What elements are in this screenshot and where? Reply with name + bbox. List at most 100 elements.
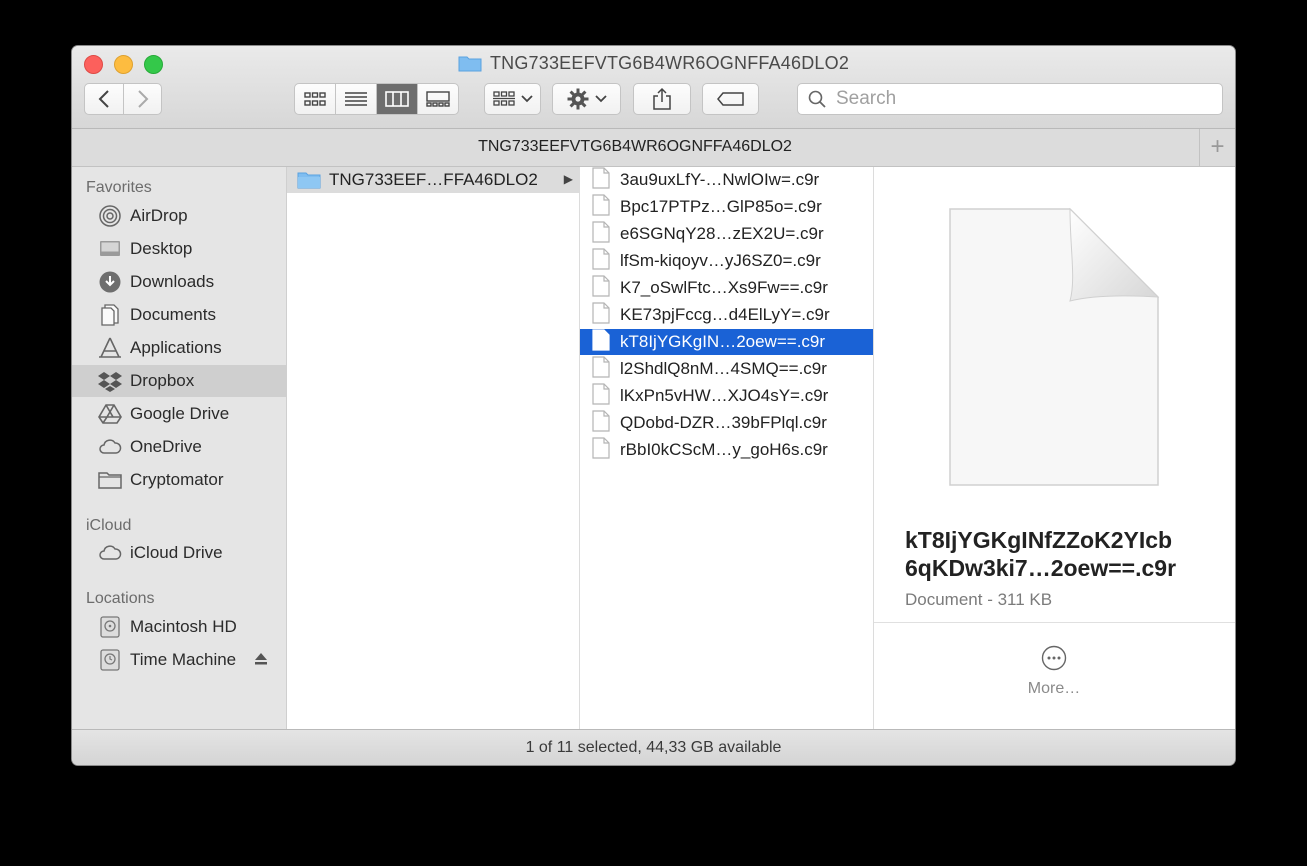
google-drive-icon [98,402,122,426]
divider [874,622,1235,623]
sidebar-header-locations: Locations [86,590,155,607]
sidebar-item-downloads[interactable]: Downloads [72,266,286,298]
icon-view-button[interactable] [295,84,336,114]
ellipsis-icon [1041,645,1067,671]
sidebar-item-applications[interactable]: Applications [72,332,286,364]
sidebar-item-label: Dropbox [130,371,195,390]
gallery-view-icon [426,91,450,107]
file-row[interactable]: lKxPn5vHW…XJO4sY=.c9r [580,382,873,409]
share-button[interactable] [633,83,691,115]
sidebar-item-label: Applications [130,338,222,357]
window-title: TNG733EEFVTG6B4WR6OGNFFA46DLO2 [72,53,1235,77]
applications-icon [98,336,122,360]
window-title-text: TNG733EEFVTG6B4WR6OGNFFA46DLO2 [489,53,850,73]
file-row[interactable]: kT8IjYGKgIN…2oew==.c9r [580,328,873,356]
list-view-button[interactable] [336,84,377,114]
file-row[interactable]: lfSm-kiqoyv…yJ6SZ0=.c9r [580,247,873,275]
time-machine-icon [98,648,122,672]
folder-icon [98,468,122,492]
folder-icon [297,172,321,189]
file-row[interactable]: KE73pjFccg…d4ElLyY=.c9r [580,301,873,329]
search-field[interactable] [797,83,1223,115]
sidebar-item-label: iCloud Drive [130,543,223,562]
forward-button[interactable] [124,84,162,114]
view-mode-group [294,83,459,115]
back-button[interactable] [85,84,123,114]
file-row[interactable]: 3au9uxLfY-…NwlOIw=.c9r [580,166,873,194]
onedrive-icon [98,435,122,459]
sidebar-item-label: Macintosh HD [130,617,237,636]
file-name: l2ShdlQ8nM…4SMQ==.c9r [620,359,827,378]
new-tab-button[interactable]: + [1199,129,1235,166]
chevron-down-icon [594,95,607,103]
documents-icon [98,303,122,327]
file-name: 3au9uxLfY-…NwlOIw=.c9r [620,170,820,189]
file-name: lfSm-kiqoyv…yJ6SZ0=.c9r [620,251,821,270]
file-row[interactable]: QDobd-DZR…39bFPlql.c9r [580,409,873,436]
icon-view-icon [304,92,326,106]
sidebar-item-dropbox[interactable]: Dropbox [72,365,286,397]
list-view-icon [345,92,367,106]
file-name: K7_oSwlFtc…Xs9Fw==.c9r [620,278,828,297]
folder-row[interactable]: TNG733EEF…FFA46DLO2 ▶ [287,167,579,193]
chevron-left-icon [98,90,109,108]
action-button[interactable] [552,83,621,115]
file-name: KE73pjFccg…d4ElLyY=.c9r [620,305,830,324]
share-icon [653,87,671,110]
document-icon [592,355,610,383]
sidebar-item-label: Google Drive [130,404,230,423]
group-by-button[interactable] [484,83,541,115]
search-input[interactable] [834,87,1198,111]
document-icon [592,301,610,329]
sidebar-item-google-drive[interactable]: Google Drive [72,398,286,430]
sidebar-item-macintosh-hd[interactable]: Macintosh HD [72,611,286,643]
sidebar-item-cryptomator[interactable]: Cryptomator [72,464,286,496]
gear-icon [567,88,588,110]
dropbox-icon [98,369,122,393]
preview-filename: kT8IjYGKgINfZZoK2YIcb 6qKDw3ki7…2oew==.c… [905,526,1225,582]
file-row[interactable]: K7_oSwlFtc…Xs9Fw==.c9r [580,274,873,301]
tags-button[interactable] [702,83,759,115]
sidebar-item-label: Downloads [130,272,215,291]
chevron-right-icon [138,90,149,108]
search-icon [808,90,826,108]
more-button[interactable]: More… [1024,645,1084,698]
desktop-icon [98,237,122,261]
preview-filename-line1: kT8IjYGKgINfZZoK2YIcb [905,527,1173,553]
disclosure-triangle-icon: ▶ [563,172,573,186]
sidebar-item-label: OneDrive [130,437,202,456]
eject-icon[interactable] [254,652,268,669]
status-bar: 1 of 11 selected, 44,33 GB available [72,729,1235,765]
sidebar-item-label: Desktop [130,239,193,258]
sidebar-item-documents[interactable]: Documents [72,299,286,331]
sidebar: Favorites AirDrop Desktop Downloads Docu… [72,167,287,729]
document-icon [592,436,610,464]
sidebar-item-label: Documents [130,305,216,324]
column-1: TNG733EEF…FFA46DLO2 ▶ [287,167,580,729]
document-icon [592,328,610,356]
preview-pane: kT8IjYGKgINfZZoK2YIcb 6qKDw3ki7…2oew==.c… [874,167,1235,729]
back-forward-group [84,83,162,115]
column-view-button[interactable] [377,84,418,114]
file-row[interactable]: rBbI0kCScM…y_goH6s.c9r [580,436,873,464]
title-toolbar: TNG733EEFVTG6B4WR6OGNFFA46DLO2 [72,46,1235,129]
file-row[interactable]: l2ShdlQ8nM…4SMQ==.c9r [580,355,873,383]
airdrop-icon [98,204,122,228]
document-icon [592,166,610,194]
document-icon [592,247,610,275]
sidebar-item-airdrop[interactable]: AirDrop [72,200,286,232]
column-view-icon [385,91,409,107]
sidebar-header-icloud: iCloud [86,517,132,534]
sidebar-item-desktop[interactable]: Desktop [72,233,286,265]
gallery-view-button[interactable] [418,84,458,114]
sidebar-item-onedrive[interactable]: OneDrive [72,431,286,463]
sidebar-item-time-machine[interactable]: Time Machine [72,644,286,676]
file-row[interactable]: e6SGNqY28…zEX2U=.c9r [580,220,873,248]
sidebar-item-icloud-drive[interactable]: iCloud Drive [72,537,286,569]
downloads-icon [98,270,122,294]
file-name: rBbI0kCScM…y_goH6s.c9r [620,440,828,459]
tab-title[interactable]: TNG733EEFVTG6B4WR6OGNFFA46DLO2 [72,138,1198,156]
file-row[interactable]: Bpc17PTPz…GlP85o=.c9r [580,193,873,220]
document-preview-icon [946,207,1162,492]
document-icon [592,220,610,248]
